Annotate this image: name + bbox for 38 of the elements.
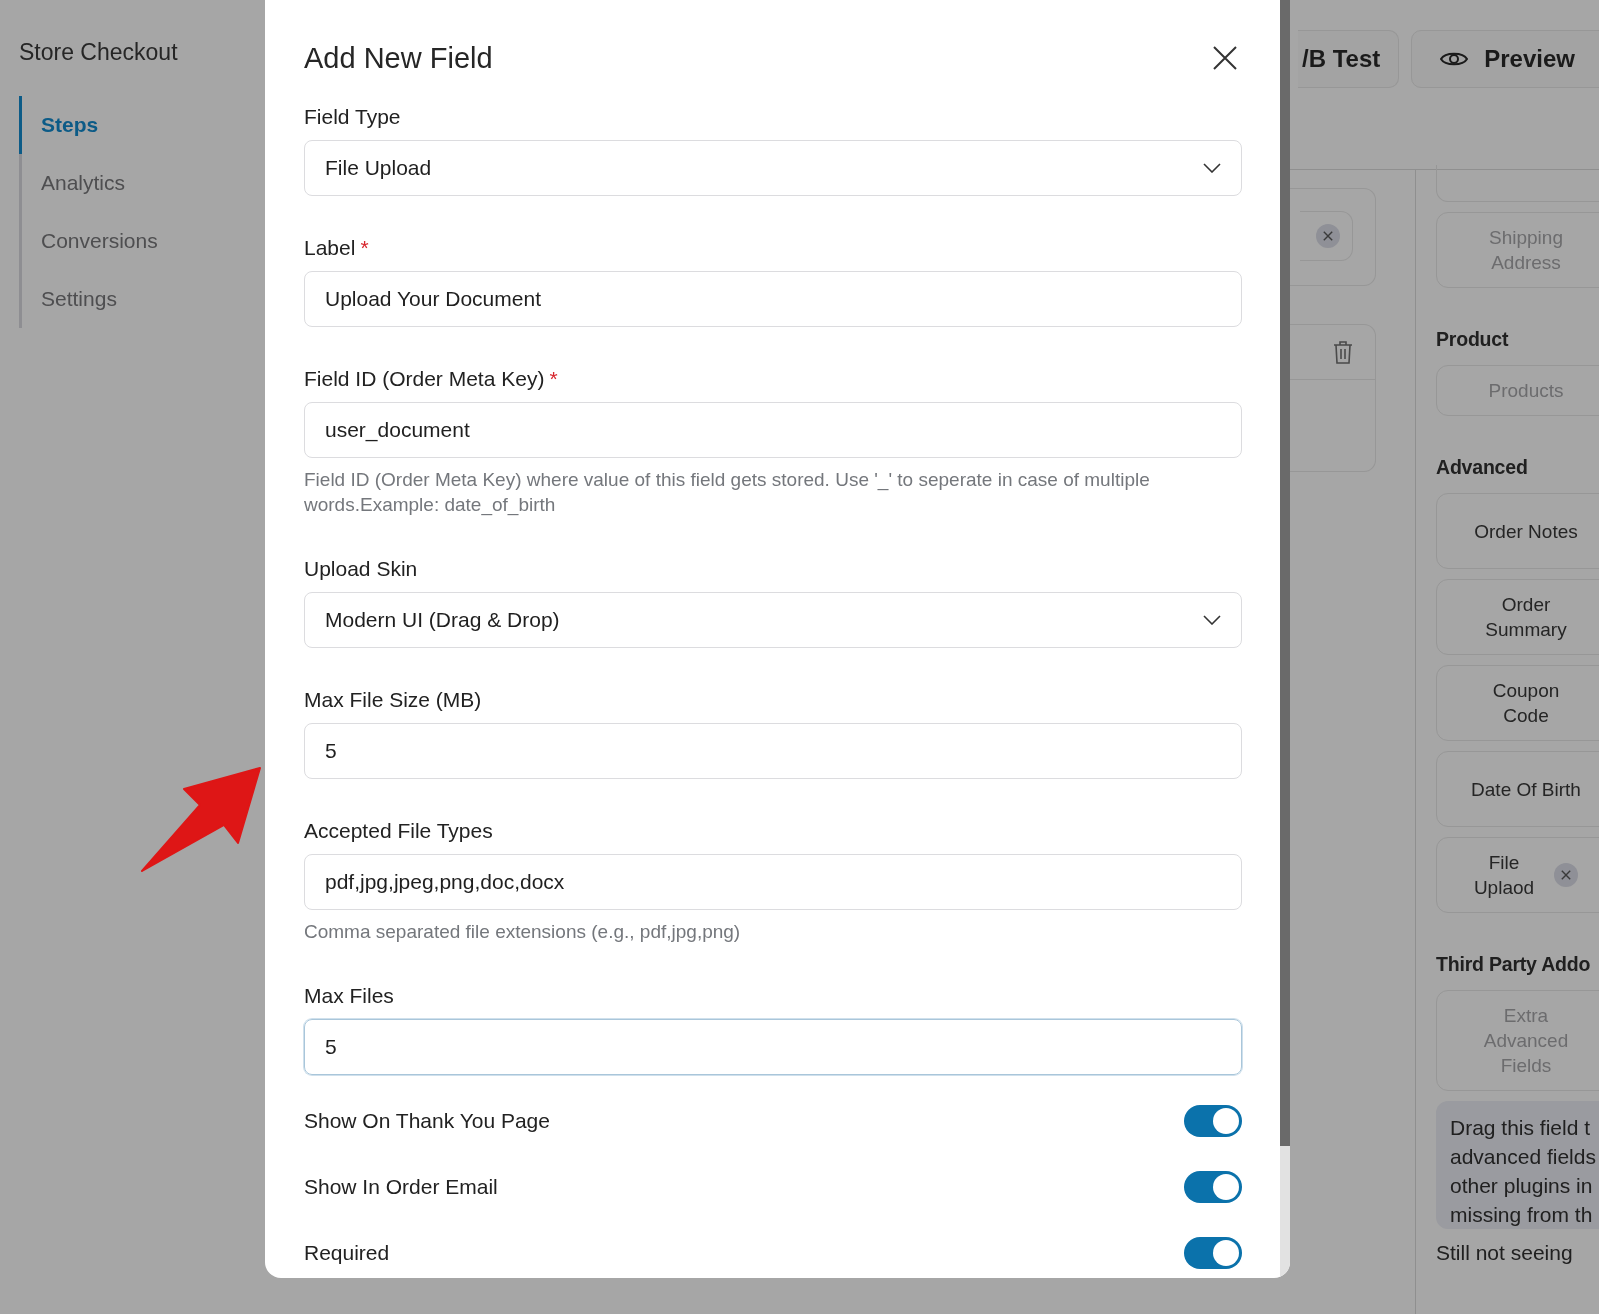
palette-heading: Advanced: [1436, 456, 1529, 479]
palette-item[interactable]: Date Of Birth: [1436, 751, 1599, 827]
nav-item[interactable]: Analytics: [19, 154, 158, 212]
palette-item[interactable]: File Uplaod: [1436, 837, 1599, 913]
modal-title: Add New Field: [304, 41, 493, 75]
sidebar-title: Store Checkout: [19, 39, 179, 66]
select-field[interactable]: File Upload: [304, 140, 1242, 196]
nav-item[interactable]: Settings: [19, 270, 158, 328]
palette-heading: Third Party Addo: [1436, 953, 1592, 976]
select-field[interactable]: Modern UI (Drag & Drop): [304, 592, 1242, 648]
field-label: Field ID (Order Meta Key) *: [304, 367, 559, 391]
palette-heading: Product: [1436, 328, 1510, 351]
info-note: Drag this field t advanced fields other plugins in missing from th: [1436, 1101, 1599, 1229]
toggle-label: Show In Order Email: [304, 1175, 498, 1199]
required-mark: *: [360, 236, 369, 259]
palette-item[interactable]: Coupon Code: [1436, 665, 1599, 741]
palette-item[interactable]: Order Summary: [1436, 579, 1599, 655]
input-field[interactable]: 5: [304, 1019, 1242, 1075]
field-label: Max Files: [304, 984, 395, 1008]
header-button[interactable]: /B Test: [1298, 30, 1400, 88]
preview-button[interactable]: Preview: [1411, 30, 1599, 88]
input-field[interactable]: pdf,jpg,jpeg,png,doc,docx: [304, 854, 1242, 910]
help-text: Field ID (Order Meta Key) where value of this field gets stored. Use '_' to seperate in case of multiple words.Example: date_of_birth: [304, 468, 1151, 517]
toggle-label: Show On Thank You Page: [304, 1109, 550, 1133]
field-label: Max File Size (MB): [304, 688, 483, 712]
input-field[interactable]: user_document: [304, 402, 1242, 458]
field-label: Upload Skin: [304, 557, 419, 581]
input-field[interactable]: 5: [304, 723, 1242, 779]
help-text: Comma separated file extensions (e.g., pdf,jpg,png): [304, 920, 742, 944]
field-label: Label *: [304, 236, 370, 260]
required-mark: *: [549, 367, 558, 390]
field-label: Accepted File Types: [304, 819, 494, 843]
field-label: Field Type: [304, 105, 402, 129]
palette-item[interactable]: Order Notes: [1436, 493, 1599, 569]
toggle-label: Required: [304, 1241, 390, 1265]
input-field[interactable]: Upload Your Document: [304, 271, 1242, 327]
info-text: Still not seeing: [1436, 1241, 1574, 1265]
nav-item[interactable]: Conversions: [19, 212, 158, 270]
